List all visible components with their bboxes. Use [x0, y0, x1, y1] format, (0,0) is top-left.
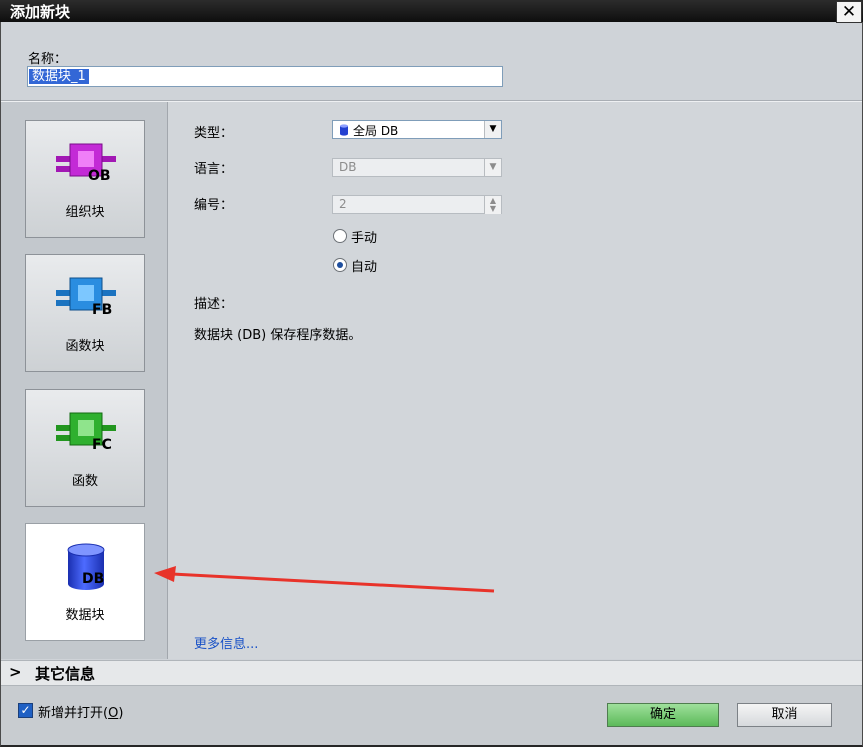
- number-label: 编号：: [194, 198, 234, 213]
- checkbox-label-text: 新增并打开(: [38, 706, 109, 721]
- annotation-arrow: [154, 566, 495, 593]
- close-button[interactable]: ✕: [836, 1, 862, 23]
- description-label: 描述：: [194, 297, 234, 312]
- chevron-down-icon: ▼: [484, 121, 501, 138]
- window-title: 添加新块: [10, 3, 71, 21]
- checkbox-label-suffix: ): [118, 706, 124, 721]
- block-type-db-label: 数据块: [65, 608, 105, 623]
- radio-selected-dot: [337, 262, 343, 268]
- auto-radio-label: 自动: [351, 260, 378, 275]
- block-type-pane: OB 组织块 FB 函数块 FC 函数 DB 数据块: [1, 102, 168, 659]
- number-stepper-value: 2: [339, 197, 347, 211]
- global-db-icon: [340, 124, 348, 136]
- block-type-ob-label: 组织块: [65, 205, 105, 220]
- other-info-label: 其它信息: [35, 665, 96, 683]
- block-type-fc-label: 函数: [71, 474, 98, 489]
- name-input[interactable]: 数据块_1: [27, 66, 503, 87]
- language-select-value: DB: [339, 160, 357, 174]
- chevron-right-icon: >: [9, 663, 22, 681]
- ok-button[interactable]: 确定: [607, 703, 719, 727]
- language-label: 语言：: [194, 162, 234, 177]
- fb-tag: FB: [92, 302, 113, 318]
- db-tag: DB: [82, 571, 105, 587]
- description-text: 数据块 (DB) 保存程序数据。: [194, 328, 362, 343]
- fc-tag: FC: [92, 437, 112, 453]
- block-type-db-tile[interactable]: DB 数据块: [25, 523, 145, 641]
- block-type-fc-tile[interactable]: FC 函数: [25, 389, 145, 507]
- more-info-link[interactable]: 更多信息...: [194, 633, 258, 652]
- other-info-section[interactable]: > 其它信息: [1, 660, 862, 686]
- auto-radio[interactable]: [333, 258, 347, 272]
- title-bar: 添加新块 ✕: [0, 0, 863, 23]
- ob-tag: OB: [88, 168, 111, 184]
- manual-radio-label: 手动: [351, 231, 378, 246]
- open-after-add-label: 新增并打开(O): [38, 702, 123, 721]
- checkbox-mnemonic: O: [108, 706, 119, 721]
- name-input-value: 数据块_1: [29, 69, 89, 84]
- block-type-fb-label: 函数块: [65, 339, 105, 354]
- spin-arrows-icon: ▲ ▼: [484, 196, 501, 214]
- type-label: 类型：: [194, 126, 234, 141]
- block-type-fb-tile[interactable]: FB 函数块: [25, 254, 145, 372]
- manual-radio[interactable]: [333, 229, 347, 243]
- block-type-ob-tile[interactable]: OB 组织块: [25, 120, 145, 238]
- cancel-button[interactable]: 取消: [737, 703, 832, 727]
- footer-bar: ✓ 新增并打开(O) 确定 取消: [1, 686, 862, 745]
- open-after-add-checkbox[interactable]: ✓: [18, 703, 33, 718]
- language-select[interactable]: DB ▼: [332, 158, 502, 177]
- chevron-down-icon: ▼: [484, 159, 501, 176]
- name-label: 名称：: [28, 52, 68, 67]
- type-select[interactable]: 全局 DB ▼: [332, 120, 502, 139]
- number-stepper[interactable]: 2 ▲ ▼: [332, 195, 502, 214]
- type-select-value: 全局 DB: [353, 124, 399, 138]
